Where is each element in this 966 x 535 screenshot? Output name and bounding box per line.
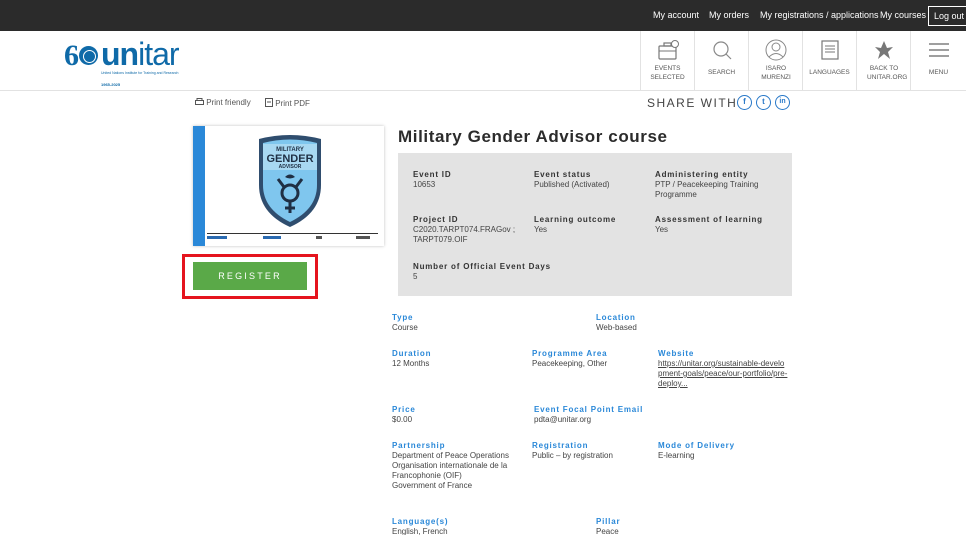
location-label: Location — [596, 313, 636, 322]
register-button[interactable]: REGISTER — [193, 262, 307, 290]
share-with-label: SHARE WITH — [647, 96, 738, 110]
location-value: Web-based — [596, 323, 637, 332]
search-button[interactable]: SEARCH — [694, 31, 748, 91]
events-selected-label: EVENTS SELECTED — [650, 65, 685, 81]
learning-outcome-label: Learning outcome — [534, 215, 617, 224]
admin-entity-value: PTP / Peacekeeping Training Programme — [655, 180, 759, 199]
my-courses-link[interactable]: My courses — [880, 0, 926, 31]
print-friendly-label: Print friendly — [206, 98, 251, 107]
site-header: 6 unitar United Nations Institute for Tr… — [0, 31, 966, 91]
duration-label: Duration — [392, 349, 432, 358]
top-bar: My account My orders My registrations / … — [0, 0, 966, 31]
pillar-value: Peace — [596, 527, 619, 535]
unitar-logo[interactable]: 6 unitar United Nations Institute for Tr… — [64, 36, 180, 87]
delivery-label: Mode of Delivery — [658, 441, 735, 450]
project-id-label: Project ID — [413, 215, 459, 224]
programme-area-value: Peacekeeping, Other — [532, 359, 608, 368]
logout-button[interactable]: Log out — [928, 6, 966, 26]
languages-button[interactable]: LANGUAGES — [802, 31, 856, 91]
learning-outcome-value: Yes — [534, 225, 548, 234]
menu-button[interactable]: MENU — [910, 31, 966, 91]
image-stripe — [193, 126, 205, 246]
twitter-icon[interactable]: t — [756, 95, 771, 110]
partnership-value: Department of Peace Operations Organisat… — [392, 451, 509, 490]
document-icon — [820, 40, 839, 60]
my-orders-link[interactable]: My orders — [709, 0, 749, 31]
registration-label: Registration — [532, 441, 589, 450]
logo-tagline: United Nations Institute for Training an… — [101, 71, 179, 75]
registration-value: Public – by registration — [532, 451, 613, 460]
assessment-value: Yes — [655, 225, 669, 234]
programme-area-label: Programme Area — [532, 349, 608, 358]
gender-advisor-badge: MILITARY GENDER ADVISOR — [259, 135, 321, 227]
price-label: Price — [392, 405, 416, 414]
assessment-label: Assessment of learning — [655, 215, 763, 224]
language-label: Language(s) — [392, 517, 449, 526]
focal-email-label: Event Focal Point Email — [534, 405, 644, 414]
website-link[interactable]: https://unitar.org/sustainable-developme… — [658, 359, 788, 389]
logo-years: 1965-2025 — [101, 82, 121, 87]
language-value: English, French — [392, 527, 448, 535]
official-days-label: Number of Official Event Days — [413, 262, 551, 271]
search-icon — [712, 41, 731, 60]
search-label: SEARCH — [707, 69, 736, 76]
partnership-label: Partnership — [392, 441, 446, 450]
event-id-value: 10653 — [413, 180, 436, 189]
event-status-value: Published (Activated) — [534, 180, 610, 189]
type-value: Course — [392, 323, 418, 332]
user-account-button[interactable]: ISARO MURENZI — [748, 31, 802, 91]
print-pdf-link[interactable]: Print PDF — [265, 98, 310, 108]
user-icon — [765, 39, 786, 61]
un-globe-icon — [79, 46, 98, 65]
menu-label: MENU — [928, 69, 949, 76]
bird-icon — [874, 41, 893, 59]
events-selected-button[interactable]: EVENTS SELECTED — [640, 31, 694, 91]
badge-sub-text: ADVISOR — [279, 164, 302, 170]
briefcase-icon — [657, 40, 679, 60]
event-status-label: Event status — [534, 170, 592, 179]
price-value: $0.00 — [392, 415, 413, 424]
project-id-value: C2020.TARPT074.FRAGov ; TARPT079.OIF — [413, 225, 516, 244]
back-to-unitar-button[interactable]: BACK TO UNITAR.ORG — [856, 31, 910, 91]
back-to-unitar-label: BACK TO UNITAR.ORG — [867, 65, 908, 81]
focal-email-value: pdta@unitar.org — [534, 415, 592, 424]
printer-icon — [195, 98, 204, 105]
website-label: Website — [658, 349, 695, 358]
logo-wordmark: unitar — [101, 36, 180, 72]
pillar-label: Pillar — [596, 517, 621, 526]
my-registrations-link[interactable]: My registrations / applications — [760, 0, 879, 31]
print-friendly-link[interactable]: Print friendly — [195, 98, 251, 107]
pdf-icon — [265, 98, 273, 107]
menu-icon — [928, 43, 949, 57]
logo-number: 6 — [64, 39, 79, 72]
duration-value: 12 Months — [392, 359, 430, 368]
linkedin-icon[interactable]: in — [775, 95, 790, 110]
type-label: Type — [392, 313, 414, 322]
my-account-link[interactable]: My account — [653, 0, 699, 31]
event-image: MILITARY GENDER ADVISOR — [193, 126, 384, 246]
user-name-label: ISARO MURENZI — [761, 65, 791, 81]
admin-entity-label: Administering entity — [655, 170, 749, 179]
facebook-icon[interactable]: f — [737, 95, 752, 110]
image-footer-rule — [207, 233, 378, 234]
delivery-value: E-learning — [658, 451, 695, 460]
official-days-value: 5 — [413, 272, 418, 281]
print-pdf-label: Print PDF — [275, 99, 310, 108]
event-id-label: Event ID — [413, 170, 452, 179]
event-title: Military Gender Advisor course — [398, 127, 668, 146]
languages-label: LANGUAGES — [809, 69, 850, 76]
